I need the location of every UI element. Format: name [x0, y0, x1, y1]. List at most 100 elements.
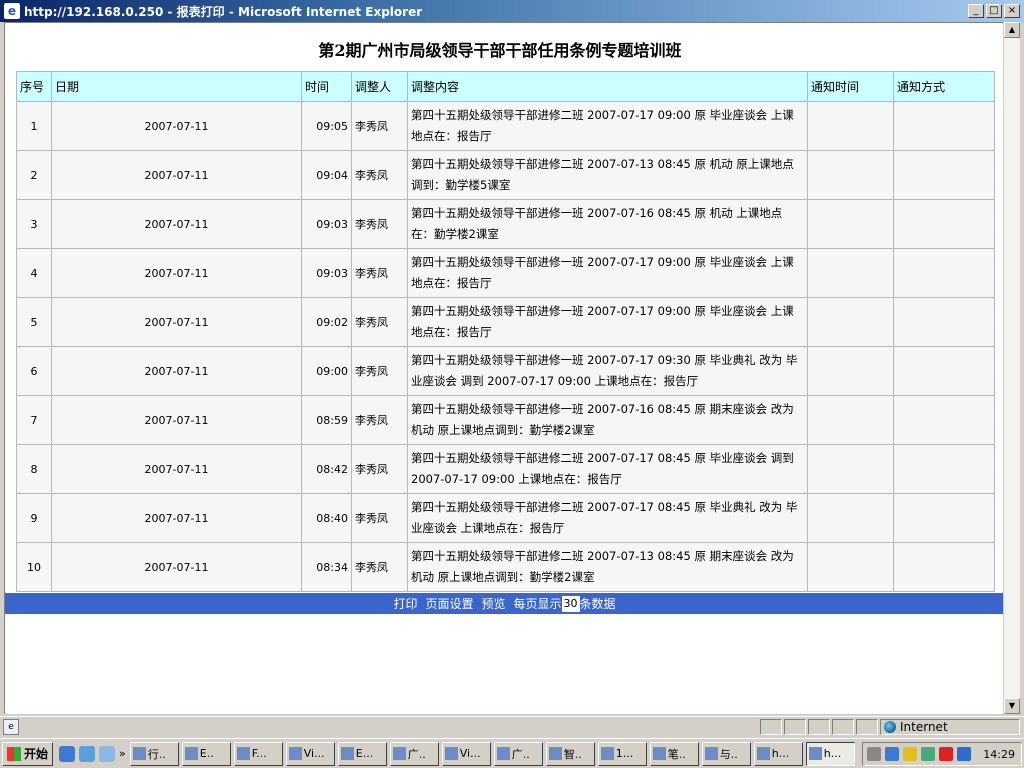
scroll-down-icon[interactable]: ▼	[1004, 698, 1020, 714]
cell-notify-method	[893, 297, 995, 347]
task-app-icon	[548, 747, 562, 760]
table-row: 2 2007-07-11 09:04 李秀凤 第四十五期处级领导干部进修二班 2007-…	[16, 150, 995, 200]
cell-date: 2007-07-11	[51, 542, 302, 592]
cell-person: 李秀凤	[351, 199, 408, 249]
preview-link[interactable]: 预览	[481, 595, 505, 612]
per-page-input[interactable]	[561, 595, 580, 612]
vertical-scrollbar[interactable]: ▲ ▼	[1003, 22, 1020, 714]
cell-content: 第四十五期处级领导干部进修二班 2007-07-17 08:45 原 毕业典礼 …	[407, 493, 808, 543]
cell-time: 09:03	[301, 248, 352, 298]
print-toolbar: 打印 页面设置 预览 每页显示 条数据	[5, 593, 1003, 614]
close-button[interactable]: ×	[1004, 4, 1020, 18]
network-icon[interactable]	[885, 747, 900, 761]
cell-notify-time	[807, 297, 894, 347]
cell-notify-method	[893, 199, 995, 249]
cell-notify-time	[807, 395, 894, 445]
task-app-icon	[756, 747, 770, 760]
desktop-quicklaunch-icon[interactable]	[79, 745, 96, 762]
column-header-time: 时间	[301, 71, 352, 102]
shield-icon[interactable]	[957, 747, 972, 761]
cell-time: 08:34	[301, 542, 352, 592]
column-header-no: 序号	[16, 71, 52, 102]
maximize-button[interactable]: □	[986, 4, 1002, 18]
task-list: 行.. E.. F... Vi... E... 广.. Vi... 广.. 智.. 1... 笔..…	[129, 741, 855, 766]
quick-launch	[59, 745, 116, 762]
window-titlebar: e http://192.168.0.250 - 报表打印 - Microsof…	[0, 0, 1024, 22]
scroll-up-icon[interactable]: ▲	[1004, 22, 1020, 38]
minimize-button[interactable]: _	[968, 4, 984, 18]
table-row: 8 2007-07-11 08:42 李秀凤 第四十五期处级领导干部进修二班 2007-…	[16, 444, 995, 494]
page-content: 第2期广州市局级领导干部干部任用条例专题培训班 序号 日期 时间 调整人 调整内…	[4, 22, 1003, 714]
task-app-icon	[340, 747, 354, 760]
status-segment	[784, 719, 806, 735]
quicklaunch-chevron-icon[interactable]: »	[119, 747, 126, 760]
cell-date: 2007-07-11	[51, 444, 302, 494]
lock-icon[interactable]	[903, 747, 918, 761]
taskbar-button[interactable]: h...	[753, 741, 803, 766]
taskbar-button[interactable]: F...	[233, 741, 283, 766]
cell-content: 第四十五期处级领导干部进修一班 2007-07-17 09:00 原 毕业座谈会…	[407, 248, 808, 298]
ie-quicklaunch-icon[interactable]	[59, 745, 76, 762]
keyboard-icon[interactable]	[867, 747, 882, 761]
taskbar-button[interactable]: 与..	[701, 741, 751, 766]
column-header-date: 日期	[51, 71, 302, 102]
cell-date: 2007-07-11	[51, 493, 302, 543]
cell-date: 2007-07-11	[51, 297, 302, 347]
cell-content: 第四十五期处级领导干部进修二班 2007-07-13 08:45 原 期末座谈会…	[407, 542, 808, 592]
k-app-icon[interactable]	[939, 747, 954, 761]
task-app-icon	[496, 747, 510, 760]
taskbar-button-label: 1...	[615, 747, 634, 760]
table-row: 9 2007-07-11 08:40 李秀凤 第四十五期处级领导干部进修二班 2007-…	[16, 493, 995, 543]
system-tray: 14:29	[862, 742, 1022, 766]
antivirus-icon[interactable]	[921, 747, 936, 761]
table-row: 3 2007-07-11 09:03 李秀凤 第四十五期处级领导干部进修一班 2007-…	[16, 199, 995, 249]
cell-no: 5	[16, 297, 52, 347]
cell-date: 2007-07-11	[51, 199, 302, 249]
taskbar-button[interactable]: 广..	[389, 741, 439, 766]
cell-time: 08:42	[301, 444, 352, 494]
table-row: 10 2007-07-11 08:34 李秀凤 第四十五期处级领导干部进修二班 2007…	[16, 542, 995, 592]
cell-no: 3	[16, 199, 52, 249]
cell-time: 08:40	[301, 493, 352, 543]
taskbar-button[interactable]: Vi...	[285, 741, 335, 766]
column-header-notify-time: 通知时间	[807, 71, 894, 102]
cell-person: 李秀凤	[351, 101, 408, 151]
taskbar-button[interactable]: 智..	[545, 741, 595, 766]
taskbar-button-label: 行..	[147, 747, 166, 761]
cell-notify-time	[807, 248, 894, 298]
print-link[interactable]: 打印	[393, 595, 417, 612]
cell-person: 李秀凤	[351, 444, 408, 494]
taskbar-button[interactable]: 笔..	[649, 741, 699, 766]
status-segment	[832, 719, 854, 735]
column-header-content: 调整内容	[407, 71, 808, 102]
cell-date: 2007-07-11	[51, 150, 302, 200]
taskbar-button-label: Vi...	[303, 747, 325, 760]
table-row: 4 2007-07-11 09:03 李秀凤 第四十五期处级领导干部进修一班 2007-…	[16, 248, 995, 298]
taskbar-button-label: Vi...	[459, 747, 481, 760]
task-app-icon	[236, 747, 250, 760]
taskbar-button[interactable]: h...	[805, 741, 855, 766]
cell-no: 1	[16, 101, 52, 151]
page-status-icon: e	[3, 718, 19, 735]
taskbar-button[interactable]: Vi...	[441, 741, 491, 766]
cell-person: 李秀凤	[351, 395, 408, 445]
taskbar-button[interactable]: 广..	[493, 741, 543, 766]
page-setup-link[interactable]: 页面设置	[425, 595, 473, 612]
taskbar-button[interactable]: 1...	[597, 741, 647, 766]
task-app-icon	[652, 747, 666, 760]
column-header-person: 调整人	[351, 71, 408, 102]
start-button[interactable]: 开始	[2, 741, 54, 766]
scroll-track[interactable]	[1004, 38, 1020, 698]
taskbar-button[interactable]: E..	[181, 741, 231, 766]
taskbar-button-label: 笔..	[667, 747, 686, 761]
status-bar: e Internet	[0, 716, 1024, 736]
cell-content: 第四十五期处级领导干部进修一班 2007-07-17 09:00 原 毕业座谈会…	[407, 297, 808, 347]
per-page-prefix: 每页显示	[513, 597, 562, 611]
cell-notify-method	[893, 542, 995, 592]
cell-person: 李秀凤	[351, 542, 408, 592]
cell-time: 09:00	[301, 346, 352, 396]
taskbar-button[interactable]: E...	[337, 741, 387, 766]
taskbar-button[interactable]: 行..	[129, 741, 179, 766]
media-quicklaunch-icon[interactable]	[99, 745, 116, 762]
cell-content: 第四十五期处级领导干部进修一班 2007-07-16 08:45 原 期末座谈会…	[407, 395, 808, 445]
